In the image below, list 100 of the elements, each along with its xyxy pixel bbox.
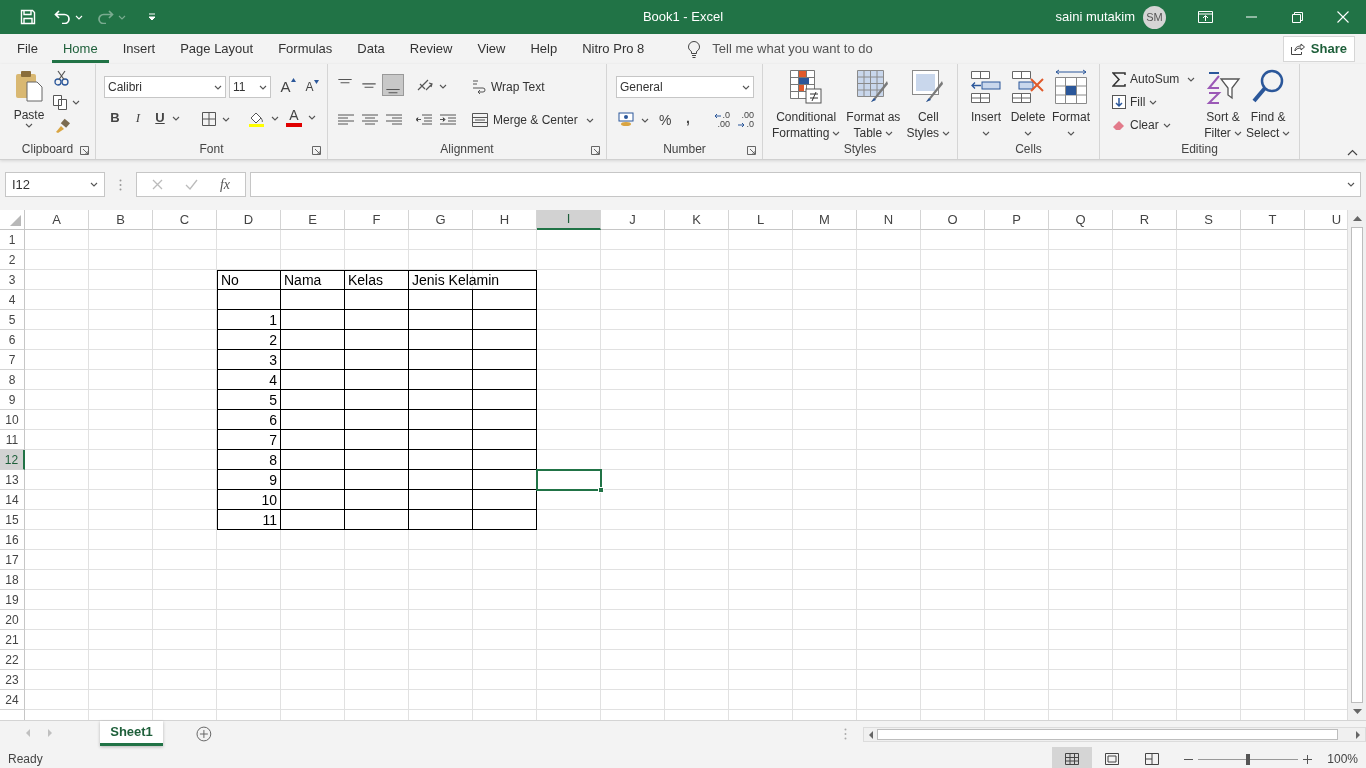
row-header[interactable]: 22: [0, 650, 25, 670]
horizontal-scrollbar[interactable]: [862, 727, 1366, 742]
zoom-in-icon[interactable]: [1303, 754, 1313, 764]
vertical-scrollbar[interactable]: [1347, 210, 1366, 720]
column-header[interactable]: B: [89, 210, 153, 230]
caret-icon[interactable]: [832, 130, 841, 136]
row-header[interactable]: 16: [0, 530, 25, 550]
column-header[interactable]: K: [665, 210, 729, 230]
row-header[interactable]: 10: [0, 410, 25, 430]
scroll-right-icon[interactable]: [1356, 730, 1361, 739]
row-header[interactable]: 15: [0, 510, 25, 530]
ribbon-tab[interactable]: File: [6, 35, 49, 63]
caret-icon[interactable]: [1162, 122, 1171, 128]
row-header[interactable]: 18: [0, 570, 25, 590]
insert-cells-button[interactable]: Insert: [968, 64, 1004, 141]
ribbon-tab[interactable]: Formulas: [267, 35, 344, 63]
row-header[interactable]: 20: [0, 610, 25, 630]
delete-cells-button[interactable]: Delete: [1010, 64, 1046, 141]
sheet-tab[interactable]: Sheet1: [99, 721, 164, 746]
column-header[interactable]: J: [601, 210, 665, 230]
tell-me-search-field[interactable]: Tell me what you want to do: [712, 39, 873, 59]
caret-icon[interactable]: [439, 83, 447, 89]
row-header[interactable]: 23: [0, 670, 25, 690]
caret-icon[interactable]: [90, 182, 98, 187]
column-header[interactable]: O: [921, 210, 985, 230]
merge-center-button[interactable]: Merge & Center: [472, 109, 578, 131]
user-avatar[interactable]: SM: [1143, 5, 1166, 29]
row-header[interactable]: 14: [0, 490, 25, 510]
row-header[interactable]: 12: [0, 450, 25, 470]
fill-color-icon[interactable]: [248, 110, 265, 127]
font-name-field[interactable]: Calibri: [104, 76, 226, 98]
dialog-launcher-icon[interactable]: [312, 146, 321, 155]
cell-styles-button[interactable]: Cell Styles: [906, 64, 951, 141]
normal-view-icon[interactable]: [1052, 747, 1093, 768]
sort-filter-button[interactable]: Sort & Filter: [1204, 64, 1242, 141]
row-header[interactable]: 17: [0, 550, 25, 570]
increase-decimal-button[interactable]: .0 .00: [710, 111, 730, 129]
caret-icon[interactable]: [72, 100, 80, 105]
cut-icon[interactable]: [54, 70, 69, 86]
caret-icon[interactable]: [641, 117, 649, 123]
percent-style-button[interactable]: %: [659, 109, 672, 131]
column-header[interactable]: M: [793, 210, 857, 230]
caret-icon[interactable]: [1149, 99, 1158, 105]
save-icon[interactable]: [20, 9, 36, 25]
row-header[interactable]: 19: [0, 590, 25, 610]
column-header[interactable]: T: [1241, 210, 1305, 230]
row-header[interactable]: 7: [0, 350, 25, 370]
decrease-decimal-button[interactable]: .00 .0: [734, 111, 754, 129]
row-header[interactable]: 21: [0, 630, 25, 650]
caret-icon[interactable]: [982, 130, 990, 136]
caret-icon[interactable]: [214, 84, 222, 90]
zoom-level[interactable]: 100%: [1327, 750, 1358, 768]
customize-toolbar-icon[interactable]: [148, 13, 156, 21]
wrap-text-button[interactable]: Wrap Text: [472, 76, 545, 98]
column-header[interactable]: L: [729, 210, 793, 230]
paste-button[interactable]: Paste: [8, 70, 50, 136]
drag-handle-icon[interactable]: [119, 179, 122, 191]
row-header[interactable]: 13: [0, 470, 25, 490]
italic-button[interactable]: I: [132, 108, 144, 128]
ribbon-tab[interactable]: Data: [346, 35, 396, 63]
caret-icon[interactable]: [259, 84, 267, 90]
column-header[interactable]: F: [345, 210, 409, 230]
underline-button[interactable]: U: [154, 108, 166, 128]
column-header[interactable]: Q: [1049, 210, 1113, 230]
undo-icon[interactable]: [54, 10, 71, 24]
format-as-table-button[interactable]: Format as Table: [846, 64, 901, 141]
grow-font-button[interactable]: A: [277, 76, 299, 98]
format-cells-button[interactable]: Format: [1052, 64, 1090, 141]
expand-formula-bar-icon[interactable]: [1347, 182, 1355, 187]
caret-icon[interactable]: [1187, 76, 1196, 82]
share-button[interactable]: Share: [1282, 36, 1355, 62]
format-painter-icon[interactable]: [54, 118, 70, 133]
scroll-left-icon[interactable]: [867, 730, 873, 739]
column-header[interactable]: E: [281, 210, 345, 230]
column-header[interactable]: C: [153, 210, 217, 230]
bold-button[interactable]: B: [108, 108, 122, 128]
dialog-launcher-icon[interactable]: [591, 146, 600, 155]
increase-indent-icon[interactable]: [440, 114, 456, 126]
row-header[interactable]: 3: [0, 270, 25, 290]
ribbon-tab[interactable]: Home: [51, 35, 109, 63]
column-header[interactable]: D: [217, 210, 281, 230]
add-sheet-icon[interactable]: [196, 726, 212, 742]
decrease-indent-icon[interactable]: [416, 114, 432, 126]
font-color-button[interactable]: A: [286, 108, 302, 127]
caret-icon[interactable]: [271, 116, 279, 121]
accounting-format-icon[interactable]: [618, 112, 636, 128]
caret-icon[interactable]: [1282, 130, 1291, 136]
row-header[interactable]: 11: [0, 430, 25, 450]
row-header[interactable]: 6: [0, 330, 25, 350]
caret-icon[interactable]: [308, 115, 316, 120]
column-header[interactable]: S: [1177, 210, 1241, 230]
column-header[interactable]: A: [25, 210, 89, 230]
fill-button[interactable]: Fill: [1112, 92, 1158, 112]
caret-icon[interactable]: [885, 130, 894, 136]
shrink-font-button[interactable]: A: [302, 78, 322, 98]
align-bottom-icon[interactable]: [382, 74, 404, 96]
zoom-slider-thumb[interactable]: [1246, 753, 1251, 765]
ribbon-tab[interactable]: View: [466, 35, 517, 63]
dialog-launcher-icon[interactable]: [747, 146, 756, 155]
autosum-button[interactable]: AutoSum: [1112, 69, 1180, 89]
